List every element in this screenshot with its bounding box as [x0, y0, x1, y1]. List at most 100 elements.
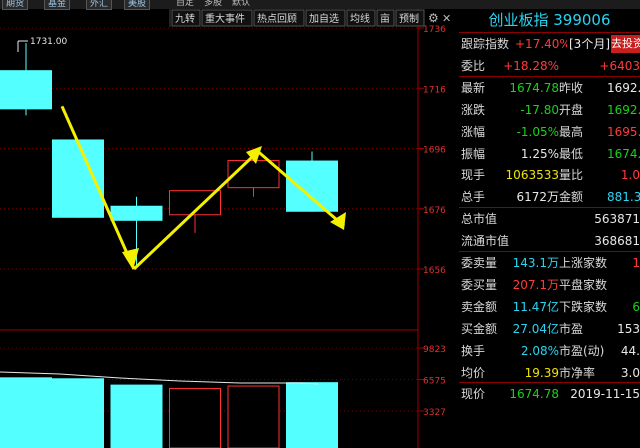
max-price-marker: 1731.00: [17, 37, 67, 52]
chart-toolbar-button-label: 重大事件: [205, 12, 245, 25]
chart-toolbar-button-label: 亩: [380, 12, 390, 25]
chart-toolbar-button-label: 加自选: [309, 12, 339, 25]
axis-labels: 1736 1716 1696 1676 1656 9823 6575 3327: [423, 25, 446, 418]
price-tick-label: 1716: [423, 85, 446, 95]
close-icon[interactable]: ✕: [442, 12, 451, 25]
panel-divider: [459, 32, 640, 33]
price-tick-label: 1676: [423, 206, 446, 216]
candle-body: [0, 70, 52, 110]
quote-value: 143.1万: [512, 256, 559, 270]
candlestick-series: [0, 43, 338, 266]
quote-value: +18.28%: [503, 58, 559, 73]
quote-value: 6: [632, 299, 640, 314]
quote-row: 总手 6172万 金额 881.3: [459, 186, 640, 208]
chart-toolbar-button-label: 预制: [399, 12, 419, 25]
price-tick-label: 1696: [423, 146, 446, 156]
quote-row: 涨跌-17.80开盘1692.0: [459, 99, 640, 121]
quote-row: 委卖量 143.1万 上涨家数 1: [459, 252, 640, 274]
quote-row: 总市值 563871: [459, 208, 640, 230]
price-tick-label: 1736: [423, 25, 446, 35]
quote-value: 1674.78: [509, 80, 559, 95]
quote-row: 委买量 207.1万 平盘家数: [459, 274, 640, 296]
quote-label: 量比: [559, 168, 584, 183]
quote-label: 下跌家数: [559, 299, 607, 314]
quote-label: 最高: [559, 124, 584, 139]
candle-body: [52, 139, 104, 218]
quote-value: -1.05%: [516, 124, 559, 139]
panel-divider: [459, 207, 640, 209]
quote-label: 市盈(动): [559, 343, 605, 358]
quote-label: 市净率: [559, 365, 596, 380]
quote-label: 平盘家数: [559, 277, 607, 292]
quote-value: 368681: [594, 234, 640, 249]
quote-row: 现手 1063533 量比 1.0: [459, 164, 640, 186]
price-tick-label: 1656: [423, 266, 446, 276]
quote-row: 现价 1674.78 2019-11-15: [459, 383, 640, 405]
quote-value: 1: [632, 256, 640, 270]
quote-value: -17.80: [520, 102, 559, 117]
volume-bar: [286, 382, 338, 448]
quote-label: 开盘: [559, 102, 584, 117]
invest-button[interactable]: 去投资: [611, 35, 640, 53]
quote-row: 买金额 27.04亿 市盈 153: [459, 318, 640, 340]
chart-toolbar-button-label: 九转: [175, 12, 195, 25]
quote-row: 流通市值 368681: [459, 230, 640, 252]
quote-label: 上涨家数: [559, 256, 607, 270]
quote-label: 市盈: [559, 321, 584, 336]
quote-row: 卖金额 11.47亿 下跌家数 6: [459, 296, 640, 318]
quote-value: 563871: [594, 212, 640, 227]
quote-period: [3个月]: [569, 37, 610, 51]
gear-icon[interactable]: ⚙: [428, 11, 439, 25]
volume-bars: [0, 377, 338, 448]
quote-label: 金额: [559, 190, 584, 205]
quote-row: 跟踪指数 +17.40% [3个月] 去投资: [459, 33, 640, 55]
volume-bar: [169, 387, 221, 448]
quote-value: 19.39: [524, 365, 559, 380]
volume-bar: [227, 385, 280, 448]
quote-panel: 创业板指 399006 跟踪指数 +17.40% [3个月] 去投资 委比 +18.28%…: [459, 9, 640, 448]
quote-value: 1692.5: [607, 80, 640, 95]
chart-toolbar-button-label: 均线: [350, 12, 370, 25]
kline-chart[interactable]: 1736 1716 1696 1676 1656 9823 6575 3327 九转 重大事件热…: [0, 0, 459, 448]
quote-value: 3.0: [620, 365, 640, 380]
quote-label: 跟踪指数: [461, 37, 510, 51]
quote-value: 2019-11-15: [570, 387, 640, 402]
quote-value: 2.08%: [520, 343, 559, 358]
quote-label: 总市值: [461, 212, 498, 227]
quote-row: 换手 2.08% 市盈(动) 44.: [459, 340, 640, 362]
quote-value: +17.40%: [515, 37, 567, 51]
quote-row: 委比 +18.28% +6403: [459, 55, 640, 77]
volume-tick-label: 6575: [423, 377, 446, 387]
quote-row: 涨幅-1.05%最高1695.9: [459, 121, 640, 143]
quote-value: 1.25%: [520, 146, 559, 161]
chart-toolbar-buttons: 九转 重大事件 热点回顾 加自选 均线亩预制 ⚙ ✕: [171, 9, 451, 27]
quote-value: 881.3: [607, 190, 640, 205]
quote-value: 153: [617, 321, 640, 336]
index-title: 创业板指 399006: [488, 11, 611, 29]
quote-value: 1674.2: [607, 146, 640, 161]
quote-value: 1695.9: [607, 124, 640, 139]
quote-row: 均价 19.39 市净率 3.0: [459, 362, 640, 384]
panel-divider: [459, 251, 640, 252]
candle-body: [286, 160, 338, 212]
chart-toolbar-button-label: 热点回顾: [257, 12, 297, 25]
quote-value: 1.0: [620, 168, 640, 183]
quote-row: 最新1674.78昨收1692.5: [459, 77, 640, 99]
candle-body: [110, 205, 163, 221]
volume-bar: [110, 384, 163, 448]
quote-value: 6172万: [516, 190, 559, 205]
quote-value: +6403: [599, 58, 640, 73]
panel-divider: [459, 382, 640, 384]
quote-value: 1692.0: [607, 102, 640, 117]
quote-label: 昨收: [559, 80, 584, 95]
quote-value: 11.47亿: [512, 299, 559, 314]
volume-tick-label: 9823: [423, 345, 446, 355]
quote-value: 1063533: [505, 168, 559, 183]
quote-value: 27.04亿: [512, 321, 559, 336]
max-price-label: 1731.00: [30, 37, 67, 47]
volume-bar: [0, 377, 52, 448]
quote-label: 最低: [559, 146, 584, 161]
quote-row: 振幅1.25%最低1674.2: [459, 143, 640, 165]
quote-label: 流通市值: [461, 234, 510, 249]
volume-tick-label: 3327: [423, 408, 446, 418]
